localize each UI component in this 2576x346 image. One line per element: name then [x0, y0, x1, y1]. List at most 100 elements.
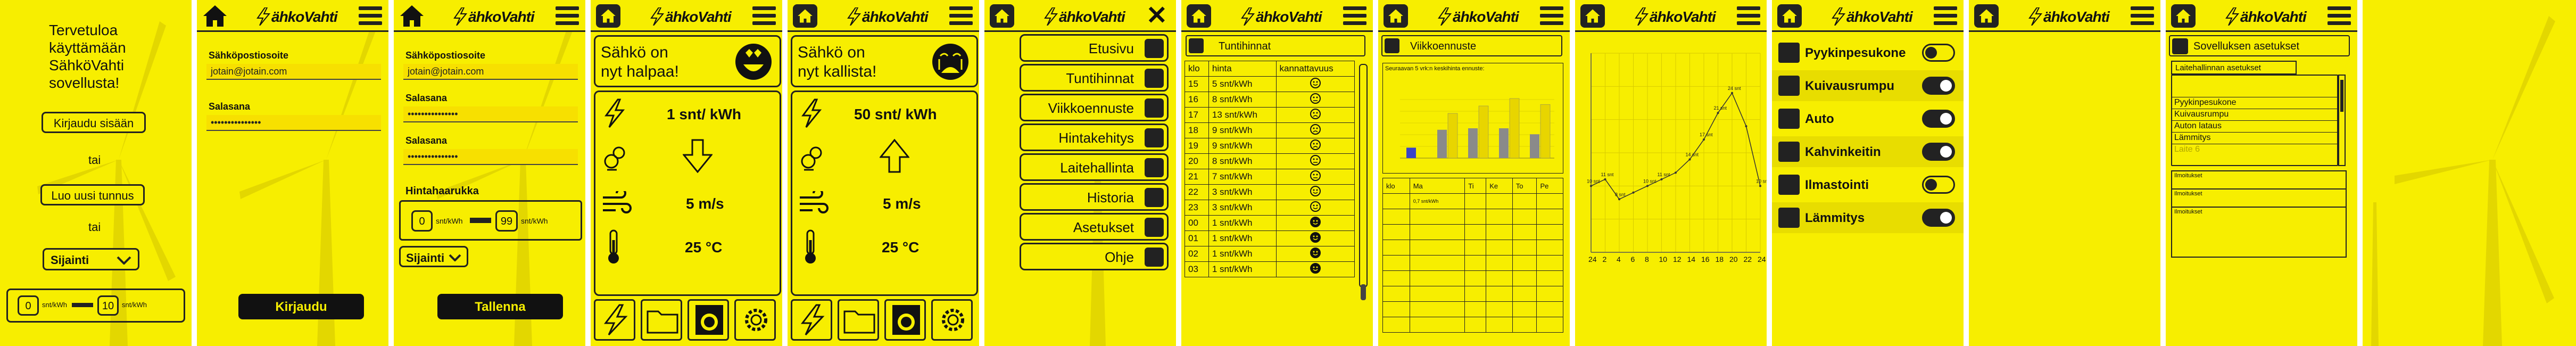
home-icon[interactable] — [1580, 4, 1605, 28]
password-field[interactable]: ••••••••••••••• — [403, 106, 578, 122]
tick-label: 16 — [1701, 255, 1710, 263]
device-label: Ilmastointi — [1805, 178, 1869, 192]
menu-item-etusivu[interactable]: Etusivu — [1020, 34, 1169, 62]
close-icon[interactable]: ✕ — [1146, 3, 1167, 29]
app-logo: ähkoVahti — [2224, 7, 2307, 26]
table-header-row: klo Ma Ti Ke To Pe — [1382, 178, 1563, 194]
bar — [1468, 128, 1478, 158]
tile-folder[interactable] — [641, 299, 682, 341]
email-field[interactable]: jotain@jotain.com — [403, 64, 578, 80]
notification-label: Ilmoitukset — [2174, 209, 2202, 215]
home-icon[interactable] — [202, 3, 228, 29]
tile-folder[interactable] — [838, 299, 879, 341]
location-button[interactable]: Sijainti — [43, 248, 139, 270]
hamburger-menu-icon[interactable] — [1934, 6, 1957, 26]
device-settings-item[interactable]: Auton lataus — [2172, 120, 2339, 132]
device-toggle[interactable] — [1922, 44, 1955, 62]
device-toggle[interactable] — [1922, 77, 1955, 95]
location-button[interactable]: Sijainti — [399, 246, 468, 267]
home-icon[interactable] — [2171, 4, 2196, 28]
hamburger-menu-icon[interactable] — [752, 6, 776, 26]
tab-device-settings[interactable]: Laitehallinnan asetukset — [2171, 61, 2297, 75]
tile-settings[interactable] — [931, 299, 973, 341]
range-slider-track[interactable] — [470, 218, 491, 223]
home-icon[interactable] — [399, 3, 425, 29]
device-management-screen: ähkoVahti Pyykinpesukone Kuivausrumpu Auto… — [1772, 0, 1966, 346]
hamburger-menu-icon[interactable] — [1737, 6, 1760, 26]
device-settings-item[interactable]: Laite 6 — [2172, 144, 2339, 155]
save-button[interactable]: Tallenna — [437, 294, 563, 319]
menu-item-label: Asetukset — [1073, 219, 1134, 235]
menu-item-historia[interactable]: Historia — [1020, 183, 1169, 211]
menu-item-laitehallinta[interactable]: Laitehallinta — [1020, 153, 1169, 181]
hamburger-menu-icon[interactable] — [1343, 6, 1366, 26]
top-bar: ähkoVahti — [1969, 0, 2160, 32]
home-icon[interactable] — [1974, 4, 1999, 28]
page-header: Sovelluksen asetukset — [2169, 35, 2350, 56]
column-header: Pe — [1536, 178, 1563, 194]
splash-screen — [2363, 0, 2576, 346]
tile-lightning[interactable] — [594, 299, 635, 341]
home-icon[interactable] — [1777, 4, 1802, 28]
device-toggle[interactable] — [1922, 110, 1955, 128]
login-submit-button[interactable]: Kirjaudu — [238, 294, 364, 319]
login-button[interactable]: Kirjaudu sisään — [42, 112, 146, 133]
menu-item-label: Ohje — [1105, 249, 1134, 265]
hamburger-menu-icon[interactable] — [359, 6, 382, 26]
device-label: Auto — [1805, 112, 1834, 126]
tile-lightning[interactable] — [791, 299, 832, 341]
password-field[interactable]: ••••••••••••••• — [206, 115, 381, 131]
data-point — [1604, 178, 1606, 180]
menu-item-asetukset[interactable]: Asetukset — [1020, 213, 1169, 241]
menu-item-tuntihinnat[interactable]: Tuntihinnat — [1020, 64, 1169, 92]
tile-washer[interactable] — [688, 299, 729, 341]
device-toggle[interactable] — [1922, 143, 1955, 161]
data-point — [1703, 138, 1705, 141]
menu-item-ohje[interactable]: Ohje — [1020, 243, 1169, 270]
calendar-icon — [1145, 98, 1164, 118]
range-max-field[interactable]: 99 — [495, 210, 518, 232]
device-settings-item[interactable]: Lämmitys — [2172, 132, 2339, 144]
status-card: Sähkö on nyt kallista! — [791, 35, 978, 87]
menu-item-viikkoennuste[interactable]: Viikkoennuste — [1020, 94, 1169, 121]
hour-cell: 03 — [1185, 261, 1209, 277]
data-point — [1632, 191, 1635, 194]
profitability-cell — [1275, 92, 1355, 108]
email-field[interactable]: jotain@jotain.com — [206, 64, 381, 80]
device-settings-item[interactable]: Pyykinpesukone — [2172, 97, 2339, 109]
hamburger-menu-icon[interactable] — [1540, 6, 1563, 26]
scrollbar[interactable] — [2338, 75, 2346, 166]
hamburger-menu-icon[interactable] — [2327, 6, 2351, 26]
hour-cell: 23 — [1185, 200, 1209, 216]
price-range-card: 0 snt/kWh 10 snt/kWh — [6, 289, 185, 323]
scrollbar[interactable] — [1359, 64, 1368, 300]
tile-washer[interactable] — [884, 299, 926, 341]
menu-item-hintakehitys[interactable]: Hintakehitys — [1020, 123, 1169, 151]
home-icon[interactable] — [1187, 4, 1211, 28]
home-icon[interactable] — [990, 4, 1014, 28]
create-account-button[interactable]: Luo uusi tunnus — [40, 184, 145, 205]
device-toggle[interactable] — [1922, 176, 1955, 194]
home-icon[interactable] — [596, 4, 620, 28]
password-repeat-field[interactable]: ••••••••••••••• — [403, 149, 578, 165]
price-cell: 1 snt/kWh — [1208, 246, 1277, 262]
app-name: ähkoVahti — [468, 9, 535, 25]
password-repeat-label: Salasana — [405, 135, 448, 146]
table-row: 23 3 snt/kWh — [1185, 200, 1355, 216]
range-max-field[interactable]: 10 — [97, 295, 119, 316]
range-min-field[interactable]: 0 — [411, 210, 433, 232]
hamburger-menu-icon[interactable] — [556, 6, 579, 26]
hamburger-menu-icon[interactable] — [949, 6, 973, 26]
home-icon[interactable] — [793, 4, 817, 28]
tile-settings[interactable] — [734, 299, 776, 341]
status-headline: Sähkö on — [601, 44, 668, 61]
range-min-field[interactable]: 0 — [18, 295, 39, 316]
range-slider-track[interactable] — [72, 303, 93, 307]
hamburger-menu-icon[interactable] — [2131, 6, 2154, 26]
device-toggle[interactable] — [1922, 209, 1955, 227]
column-header: To — [1512, 178, 1537, 194]
range-unit-label: snt/kWh — [436, 217, 463, 225]
device-settings-item[interactable]: Kuivausrumpu — [2172, 109, 2339, 120]
notification-section: Ilmoitukset — [2171, 170, 2347, 188]
home-icon[interactable] — [1384, 4, 1408, 28]
